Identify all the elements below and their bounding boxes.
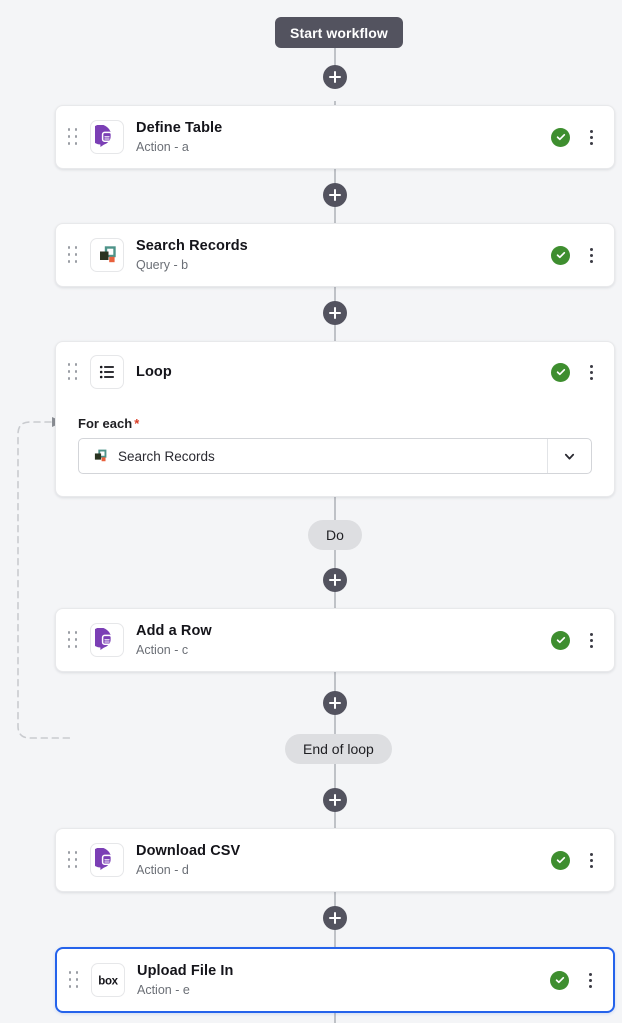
start-workflow-button[interactable]: Start workflow <box>275 17 403 48</box>
node-menu-button[interactable] <box>582 244 600 266</box>
node-title: Upload File In <box>137 962 234 979</box>
node-menu-button[interactable] <box>582 126 600 148</box>
node-text: Upload File In Action - e <box>137 962 550 999</box>
add-step-after-add-a-row-button[interactable] <box>323 691 347 715</box>
quickbase-icon <box>92 448 108 464</box>
node-menu-button[interactable] <box>582 361 600 383</box>
drag-handle-icon[interactable] <box>66 245 80 265</box>
node-subtitle: Query - b <box>136 257 189 272</box>
workflow-node-add-a-row[interactable]: Add a Row Action - c <box>55 608 615 672</box>
node-menu-button[interactable] <box>581 969 599 991</box>
node-text: Add a Row Action - c <box>136 622 551 659</box>
list-icon <box>90 355 124 389</box>
node-menu-button[interactable] <box>582 629 600 651</box>
node-subtitle: Action - c <box>136 642 189 657</box>
add-step-inside-loop-top-button[interactable] <box>323 568 347 592</box>
workflow-canvas: Start workflow Define Table Action - a S… <box>0 0 622 1023</box>
node-menu-button[interactable] <box>582 849 600 871</box>
drag-handle-icon[interactable] <box>67 970 81 990</box>
check-circle-icon <box>551 245 570 265</box>
smartsheet-icon <box>90 120 124 154</box>
node-text: Loop <box>136 363 551 381</box>
workflow-node-upload-file-in[interactable]: box Upload File In Action - e <box>55 947 615 1013</box>
add-step-after-define-table-button[interactable] <box>323 183 347 207</box>
loop-config-body: For each * Search Records <box>56 402 614 496</box>
svg-text:box: box <box>98 976 118 988</box>
quickbase-icon <box>90 238 124 272</box>
required-marker: * <box>134 416 140 431</box>
check-circle-icon <box>551 850 570 870</box>
check-circle-icon <box>550 970 569 990</box>
node-subtitle: Action - e <box>137 982 190 997</box>
workflow-node-define-table[interactable]: Define Table Action - a <box>55 105 615 169</box>
node-title: Loop <box>136 363 172 380</box>
add-step-after-download-csv-button[interactable] <box>323 906 347 930</box>
node-subtitle: Action - d <box>136 862 189 877</box>
node-title: Download CSV <box>136 842 241 859</box>
node-title: Search Records <box>136 237 248 254</box>
workflow-node-download-csv[interactable]: Download CSV Action - d <box>55 828 615 892</box>
check-circle-icon <box>551 630 570 650</box>
add-step-after-start-button[interactable] <box>323 65 347 89</box>
chevron-down-icon[interactable] <box>547 439 591 473</box>
end-of-loop-pill[interactable]: End of loop <box>285 734 392 764</box>
node-title: Add a Row <box>136 622 212 639</box>
add-step-after-search-records-button[interactable] <box>323 301 347 325</box>
add-step-after-end-of-loop-button[interactable] <box>323 788 347 812</box>
drag-handle-icon[interactable] <box>66 850 80 870</box>
check-circle-icon <box>551 362 570 382</box>
node-title: Define Table <box>136 119 223 136</box>
node-text: Define Table Action - a <box>136 119 551 156</box>
check-circle-icon <box>551 127 570 147</box>
drag-handle-icon[interactable] <box>66 127 80 147</box>
for-each-selected-value: Search Records <box>118 448 215 464</box>
smartsheet-icon <box>90 843 124 877</box>
smartsheet-icon <box>90 623 124 657</box>
for-each-label: For each * <box>78 416 592 431</box>
workflow-node-loop[interactable]: Loop For each * Search Records <box>55 341 615 497</box>
workflow-node-search-records[interactable]: Search Records Query - b <box>55 223 615 287</box>
drag-handle-icon[interactable] <box>66 362 80 382</box>
drag-handle-icon[interactable] <box>66 630 80 650</box>
node-subtitle: Action - a <box>136 139 189 154</box>
node-text: Search Records Query - b <box>136 237 551 274</box>
box-icon: box <box>91 963 125 997</box>
for-each-label-text: For each <box>78 416 133 431</box>
node-text: Download CSV Action - d <box>136 842 551 879</box>
for-each-select[interactable]: Search Records <box>78 438 592 474</box>
do-pill[interactable]: Do <box>308 520 362 550</box>
